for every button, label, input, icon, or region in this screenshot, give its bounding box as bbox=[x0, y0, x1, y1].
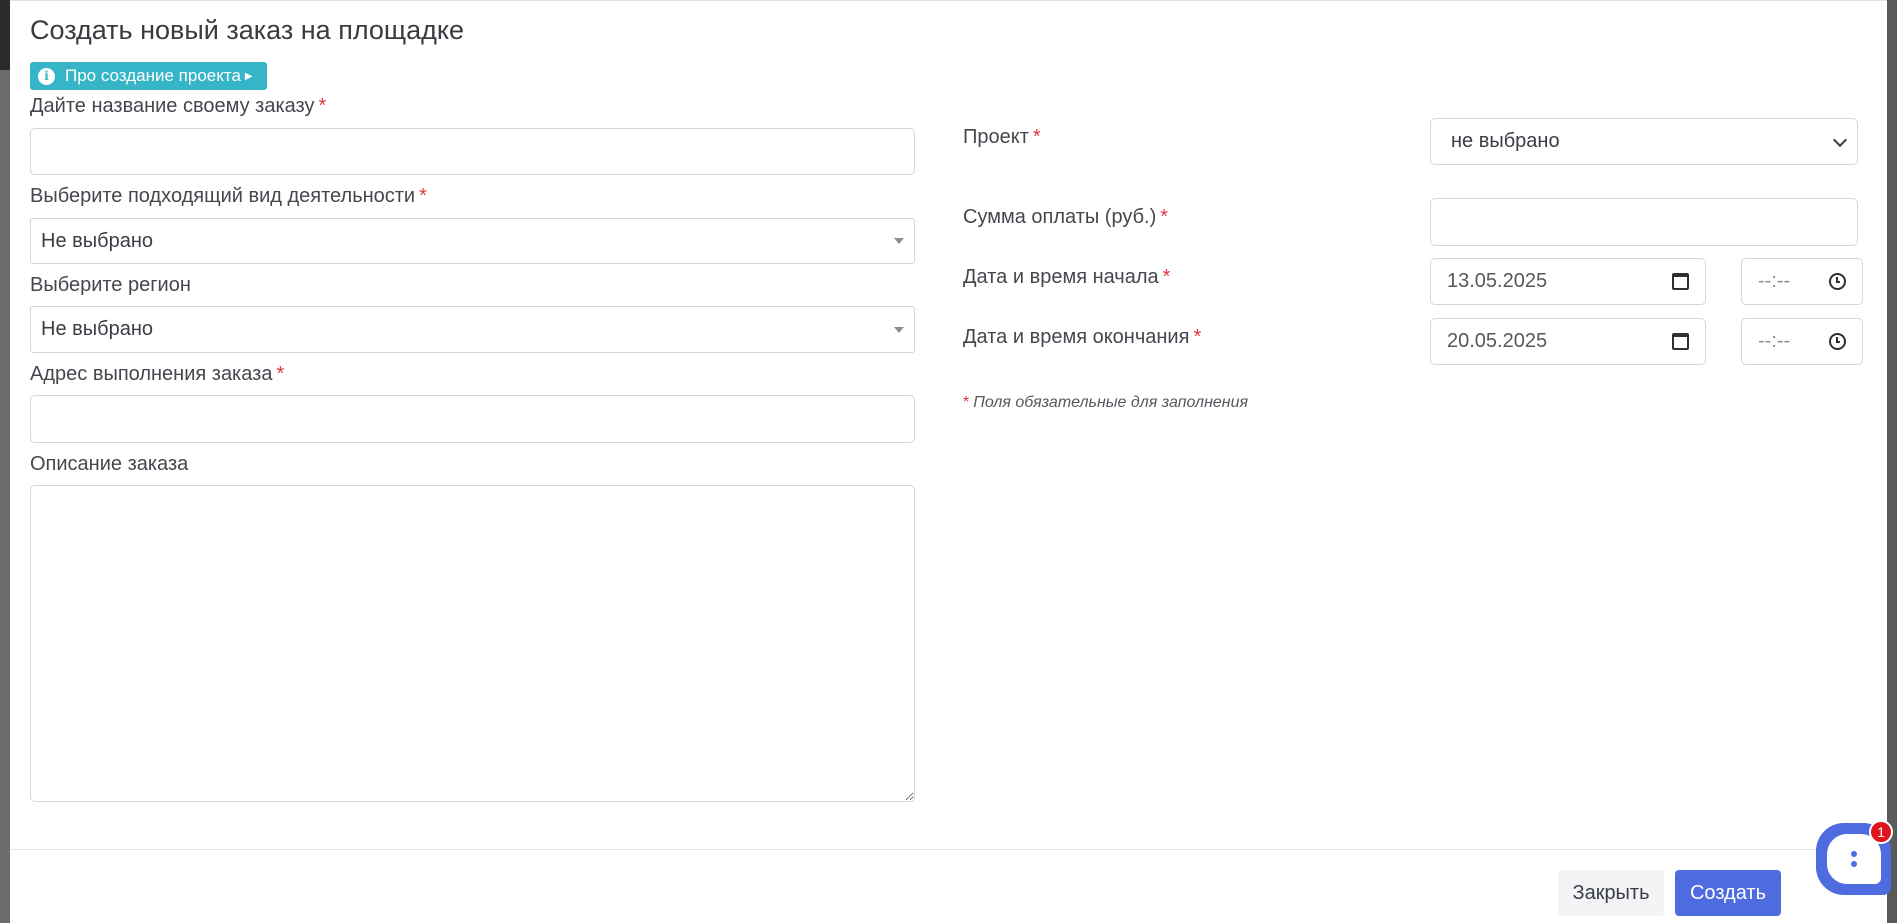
project-selected: не выбрано bbox=[1451, 130, 1560, 152]
required-mark: * bbox=[1193, 326, 1202, 348]
info-icon: i bbox=[38, 67, 55, 85]
payment-label: Сумма оплаты (руб.) * bbox=[963, 206, 1169, 228]
start-time-input[interactable]: --:-- bbox=[1741, 258, 1863, 305]
payment-input[interactable] bbox=[1430, 198, 1858, 246]
backdrop-scrollbar bbox=[1887, 0, 1897, 923]
activity-selected: Не выбрано bbox=[41, 229, 153, 252]
calendar-icon[interactable] bbox=[1672, 273, 1689, 290]
required-mark: * bbox=[1160, 206, 1169, 228]
create-button[interactable]: Создать bbox=[1675, 870, 1781, 916]
required-mark: * bbox=[1032, 126, 1041, 148]
chevron-down-icon bbox=[1832, 132, 1848, 147]
required-mark: * bbox=[318, 95, 327, 117]
required-mark: * bbox=[1162, 266, 1171, 288]
required-mark: * bbox=[419, 185, 427, 207]
start-date-input[interactable]: 13.05.2025 bbox=[1430, 258, 1706, 305]
about-project-button[interactable]: i Про создание проекта ▶ bbox=[30, 62, 267, 90]
close-button[interactable]: Закрыть bbox=[1558, 870, 1664, 916]
end-time-value: --:-- bbox=[1758, 330, 1791, 352]
about-project-label: Про создание проекта bbox=[65, 66, 241, 85]
start-date-value: 13.05.2025 bbox=[1447, 270, 1548, 292]
project-select[interactable]: не выбрано bbox=[1430, 118, 1858, 165]
project-label: Проект * bbox=[963, 126, 1041, 148]
clock-icon[interactable] bbox=[1829, 333, 1846, 350]
required-fields-note: * Поля обязательные для заполнения bbox=[963, 394, 1249, 411]
dropdown-arrow-icon bbox=[894, 238, 904, 244]
end-date-value: 20.05.2025 bbox=[1447, 330, 1548, 352]
start-datetime-label: Дата и время начала * bbox=[963, 266, 1171, 288]
end-datetime-label: Дата и время окончания * bbox=[963, 326, 1202, 348]
region-label: Выберите регион bbox=[30, 274, 191, 296]
activity-label: Выберите подходящий вид деятельности * bbox=[30, 185, 427, 207]
region-select[interactable]: Не выбрано bbox=[30, 306, 915, 353]
caret-right-icon: ▶ bbox=[244, 70, 253, 82]
address-label: Адрес выполнения заказа * bbox=[30, 363, 285, 385]
order-name-input[interactable] bbox=[30, 128, 915, 175]
region-selected: Не выбрано bbox=[41, 318, 153, 340]
dropdown-arrow-icon bbox=[894, 326, 904, 333]
backdrop bbox=[0, 0, 10, 70]
end-time-input[interactable]: --:-- bbox=[1741, 318, 1863, 365]
order-name-label: Дайте название своему заказу * bbox=[30, 95, 327, 117]
required-mark: * bbox=[276, 363, 285, 385]
start-time-value: --:-- bbox=[1758, 270, 1791, 292]
calendar-icon[interactable] bbox=[1672, 333, 1689, 350]
activity-select[interactable]: Не выбрано bbox=[30, 218, 915, 264]
chat-icon bbox=[1826, 834, 1881, 884]
end-date-input[interactable]: 20.05.2025 bbox=[1430, 318, 1706, 365]
footer-divider bbox=[10, 849, 1887, 850]
chat-notification-badge: 1 bbox=[1869, 820, 1893, 844]
description-textarea[interactable] bbox=[30, 485, 915, 802]
description-label: Описание заказа bbox=[30, 453, 189, 475]
modal-title: Создать новый заказ на площадке bbox=[30, 15, 465, 45]
address-input[interactable] bbox=[30, 395, 915, 443]
required-mark: * bbox=[963, 394, 970, 411]
create-order-modal: Создать новый заказ на площадке i Про со… bbox=[10, 0, 1887, 923]
clock-icon[interactable] bbox=[1829, 273, 1846, 290]
